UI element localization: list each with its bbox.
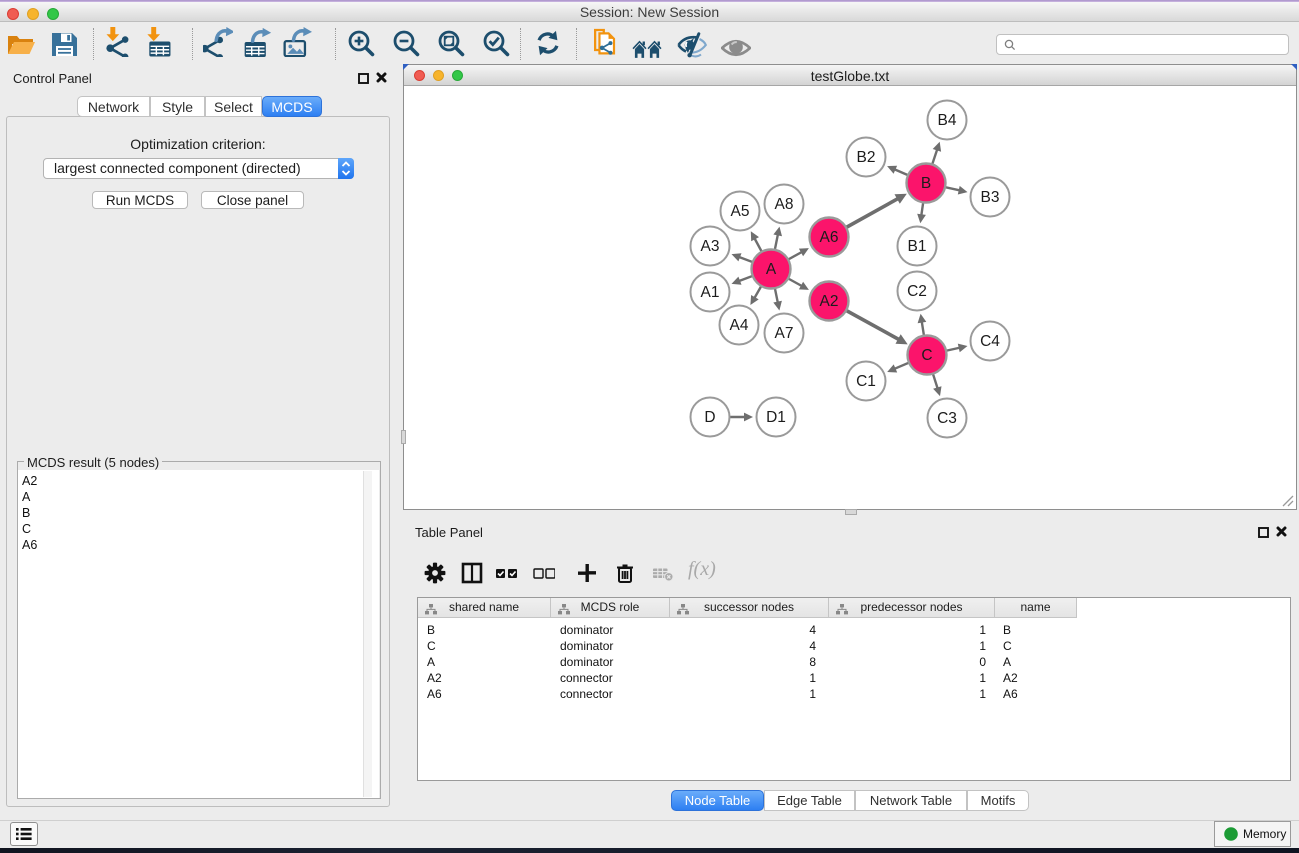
svg-text:C3: C3	[937, 410, 957, 427]
svg-text:B3: B3	[981, 189, 1000, 206]
svg-text:D: D	[704, 409, 715, 426]
svg-text:B1: B1	[908, 238, 927, 255]
svg-text:C4: C4	[980, 333, 1000, 350]
svg-text:B2: B2	[857, 149, 876, 166]
svg-text:C1: C1	[856, 373, 876, 390]
svg-text:B: B	[921, 175, 931, 192]
svg-text:A5: A5	[731, 203, 750, 220]
svg-text:A2: A2	[820, 293, 839, 310]
svg-text:A1: A1	[701, 284, 720, 301]
svg-text:C2: C2	[907, 283, 927, 300]
svg-text:A6: A6	[820, 229, 839, 246]
svg-text:A4: A4	[730, 317, 749, 334]
svg-text:A: A	[766, 261, 777, 278]
svg-text:A8: A8	[775, 196, 794, 213]
svg-text:A3: A3	[701, 238, 720, 255]
svg-text:D1: D1	[766, 409, 786, 426]
svg-text:C: C	[921, 347, 932, 364]
svg-text:A7: A7	[775, 325, 794, 342]
svg-text:B4: B4	[938, 112, 957, 129]
